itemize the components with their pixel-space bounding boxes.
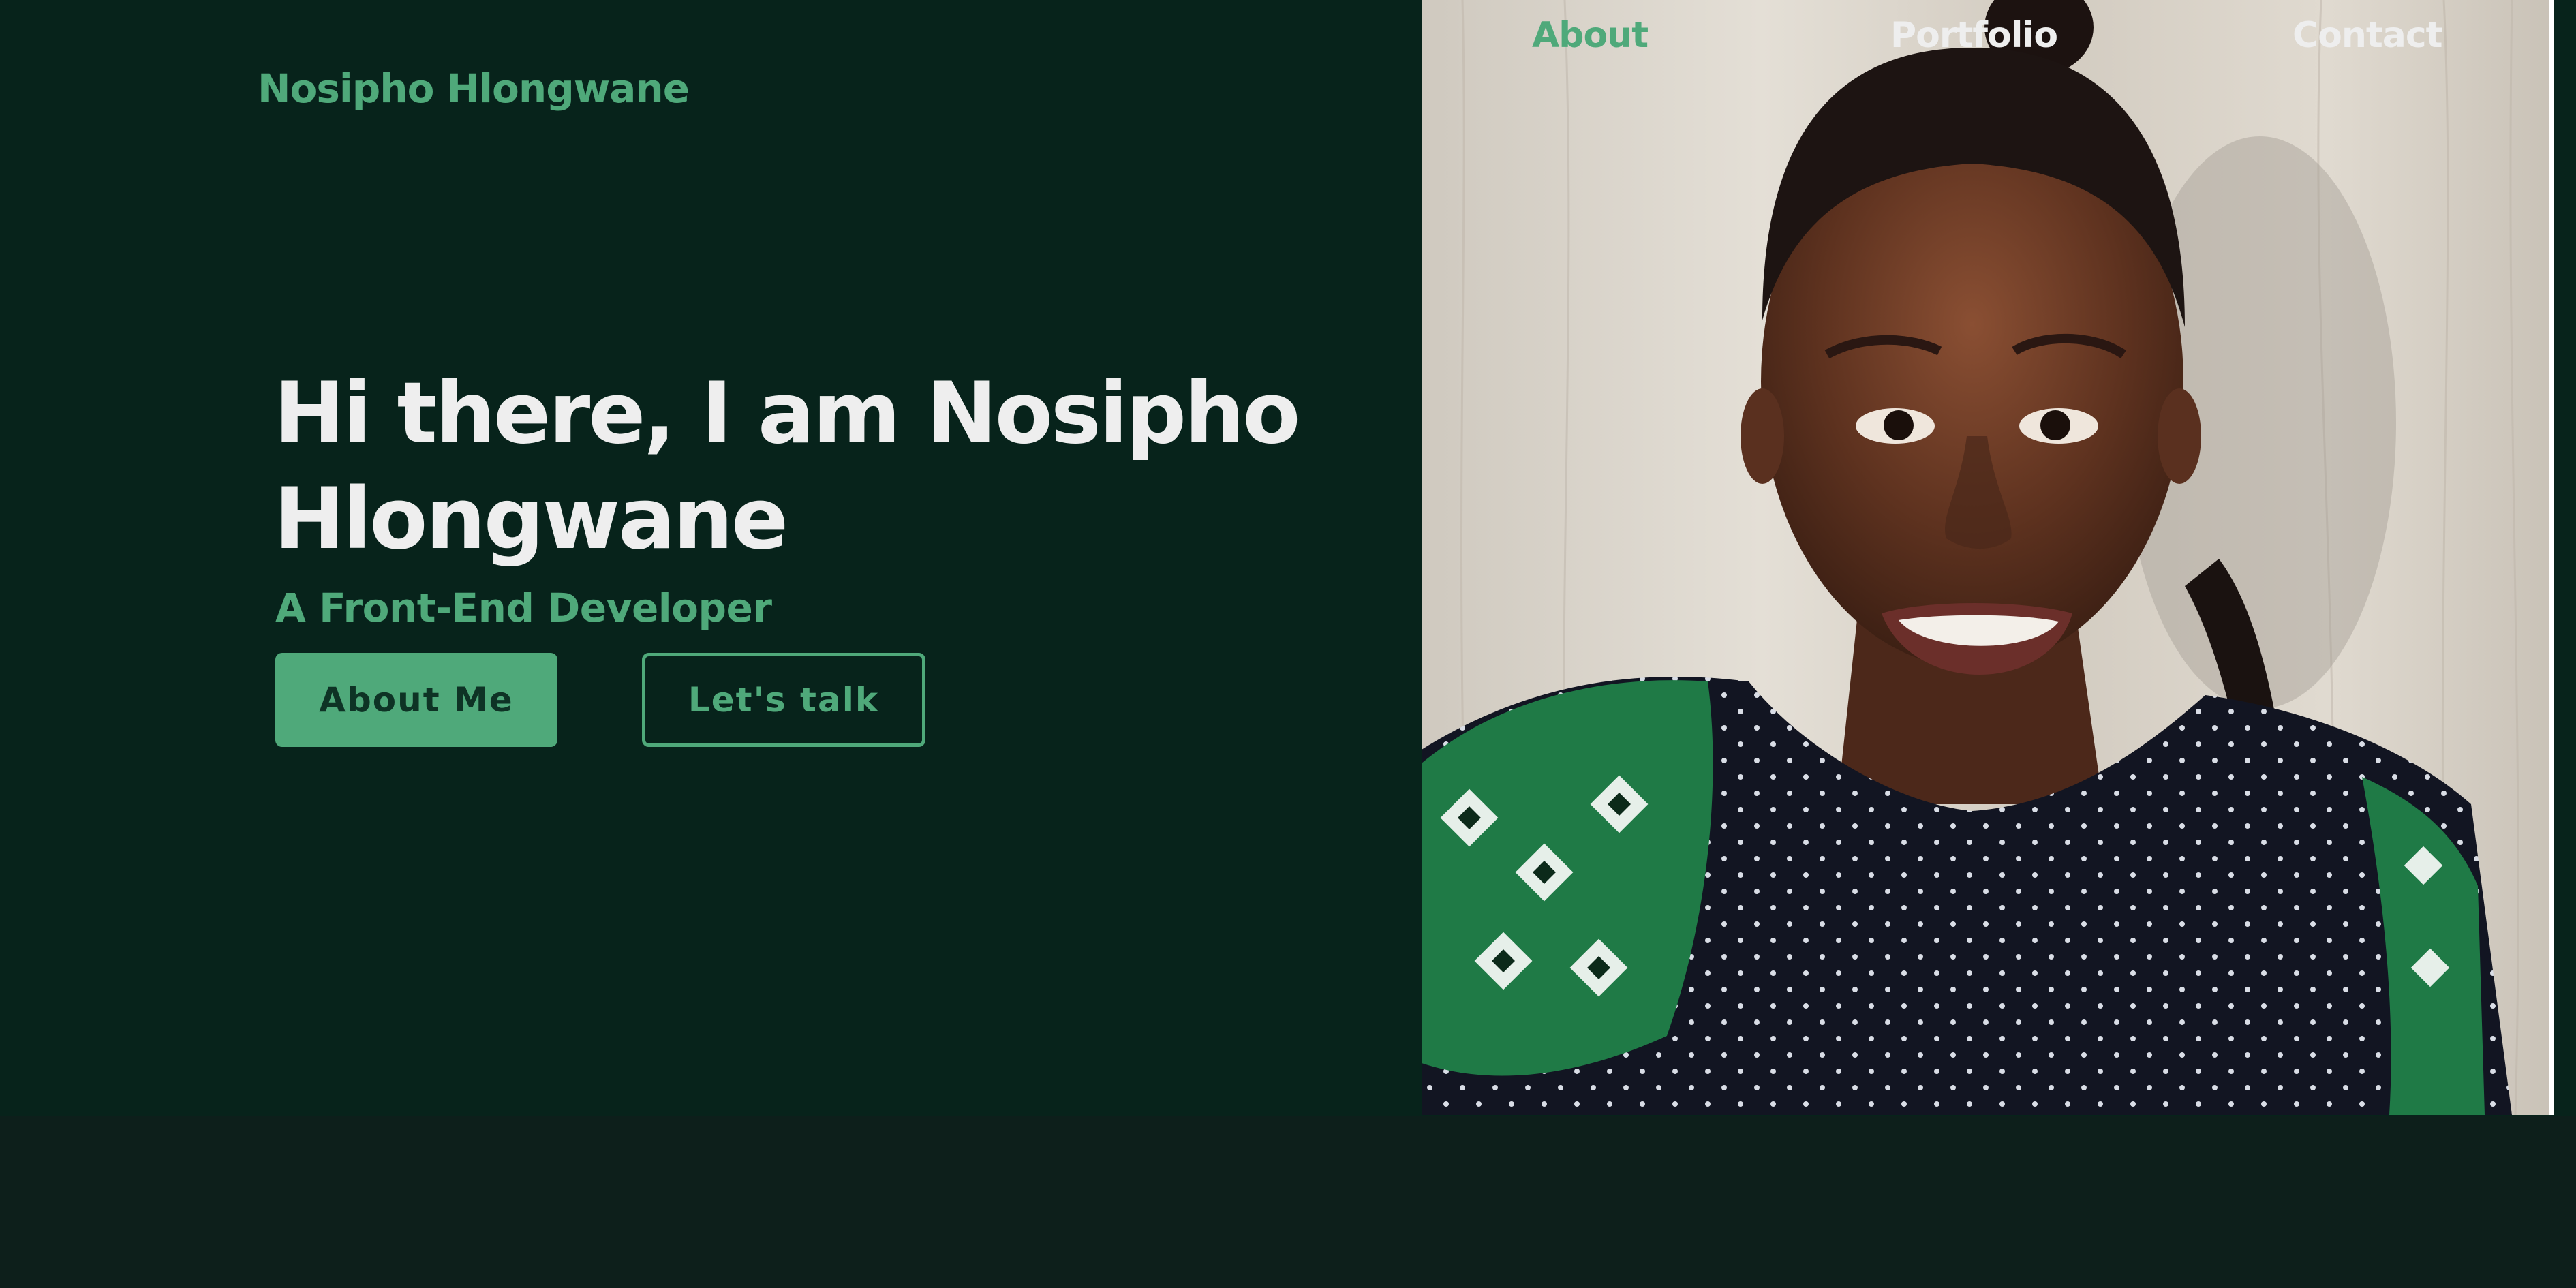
lets-talk-button[interactable]: Let's talk — [642, 653, 925, 747]
nav-portfolio[interactable]: Portfolio — [1890, 15, 2058, 56]
site-logo[interactable]: Nosipho Hlongwane — [258, 65, 690, 112]
hero-headline: Hi there, I am Nosipho Hlongwane — [274, 365, 1301, 568]
nav-contact[interactable]: Contact — [2293, 15, 2443, 56]
nav-about[interactable]: About — [1532, 15, 1649, 56]
about-me-button[interactable]: About Me — [275, 653, 557, 747]
portrait-illustration — [1422, 0, 2554, 1115]
photo-border — [2549, 0, 2554, 1115]
hero-subtitle: A Front-End Developer — [275, 585, 772, 631]
portrait-photo — [1422, 0, 2554, 1115]
